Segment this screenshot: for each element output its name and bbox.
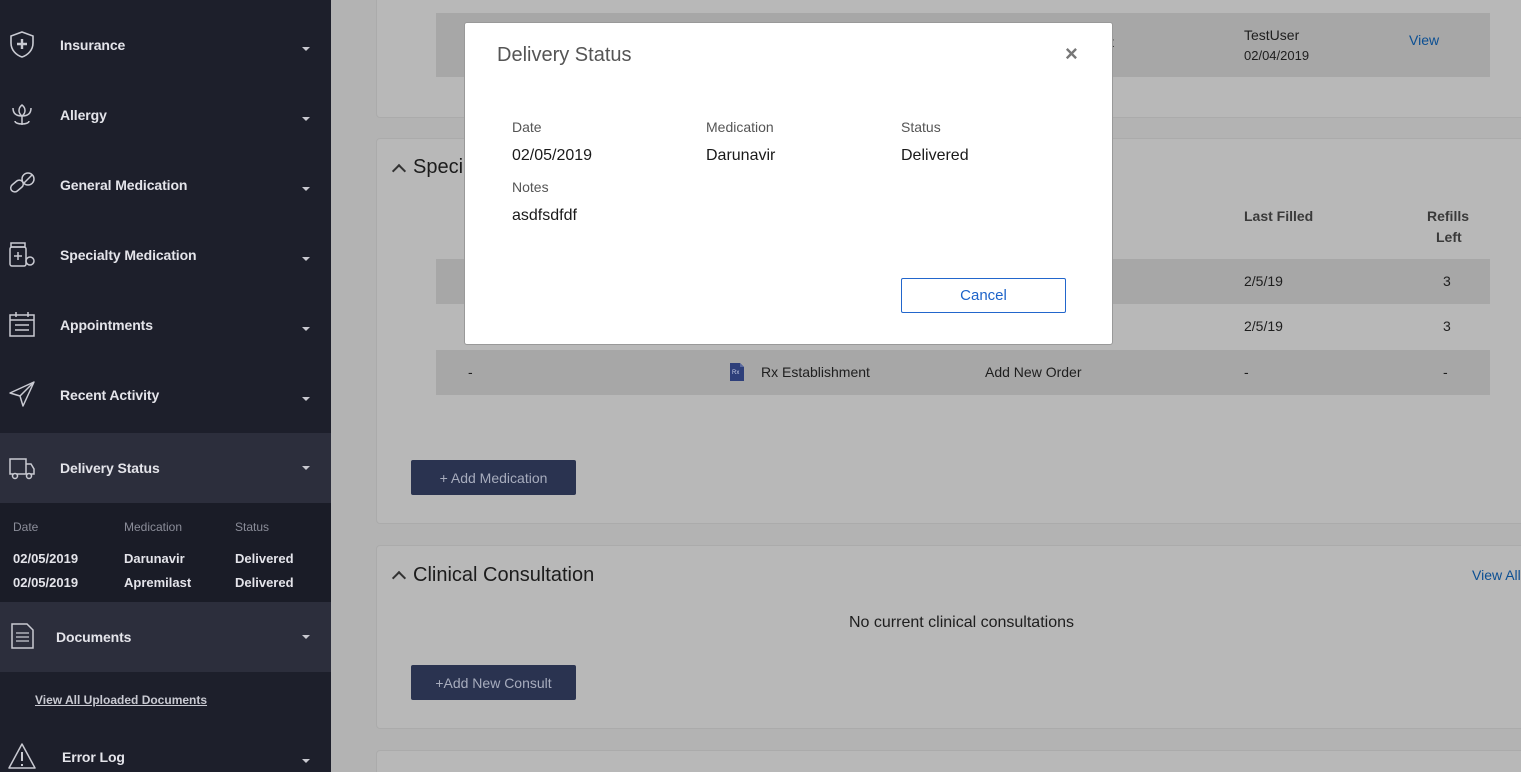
row-refills: 3 (1443, 273, 1451, 289)
cancel-button[interactable]: Cancel (901, 278, 1066, 313)
warning-icon (5, 739, 39, 772)
modal-title: Delivery Status (497, 44, 632, 66)
chevron-down-icon (302, 187, 310, 191)
chevron-down-icon (302, 117, 310, 121)
row-action[interactable]: Add New Order (985, 364, 1081, 380)
row-last-filled: 2/5/19 (1244, 273, 1283, 289)
view-all-documents-link[interactable]: View All Uploaded Documents (35, 693, 207, 707)
delivery-row-date[interactable]: 02/05/2019 (13, 575, 78, 590)
calendar-icon (5, 307, 39, 341)
sidebar: Insurance Allergy General Medication Spe… (0, 0, 331, 772)
delivery-row-medication[interactable]: Apremilast (124, 575, 191, 590)
delivery-row-status[interactable]: Delivered (235, 575, 294, 590)
svg-text:Rx: Rx (732, 370, 739, 376)
row-view-link[interactable]: View (1409, 32, 1439, 48)
chevron-down-icon (302, 47, 310, 51)
sidebar-item-insurance[interactable]: Insurance (0, 10, 331, 80)
medication-value: Darunavir (706, 147, 776, 164)
row-refills: - (1443, 364, 1448, 380)
add-consult-button[interactable]: +Add New Consult (411, 665, 576, 700)
add-medication-button[interactable]: + Add Medication (411, 460, 576, 495)
sidebar-item-label: Insurance (60, 37, 126, 53)
row-medication-name: Rx Establishment (761, 364, 870, 380)
sidebar-item-label: Recent Activity (60, 387, 160, 403)
close-icon[interactable]: × (1065, 42, 1078, 66)
delivery-row-date[interactable]: 02/05/2019 (13, 551, 78, 566)
column-header-last-filled: Last Filled (1244, 208, 1314, 224)
status-label: Status (901, 119, 941, 135)
chevron-down-icon (302, 466, 310, 470)
sidebar-item-specialty-medication[interactable]: Specialty Medication (0, 220, 331, 290)
delivery-header-medication: Medication (124, 520, 183, 534)
column-header-refills-left: Left (1436, 229, 1462, 245)
sidebar-item-error-log[interactable]: Error Log (0, 722, 331, 772)
medicine-bottle-icon (5, 237, 39, 271)
empty-state-text: No current clinical consultations (849, 614, 1074, 631)
chevron-down-icon (302, 635, 310, 639)
column-header-refills: Refills (1427, 208, 1470, 224)
delivery-row-status[interactable]: Delivered (235, 551, 294, 566)
paper-plane-icon (5, 377, 39, 411)
delivery-row-medication[interactable]: Darunavir (124, 551, 185, 566)
sidebar-item-general-medication[interactable]: General Medication (0, 150, 331, 220)
rx-document-icon: Rx (729, 362, 745, 382)
next-card (376, 750, 1521, 772)
chevron-down-icon (302, 759, 310, 763)
status-value: Delivered (901, 147, 969, 164)
chevron-down-icon (302, 327, 310, 331)
sidebar-item-documents[interactable]: Documents (0, 602, 331, 672)
notes-value: asdfsdfdf (512, 207, 577, 224)
date-value: 02/05/2019 (512, 147, 593, 164)
notes-label: Notes (512, 179, 549, 195)
document-icon (5, 619, 39, 653)
sidebar-item-recent-activity[interactable]: Recent Activity (0, 360, 331, 430)
delivery-header-date: Date (13, 520, 39, 534)
sidebar-item-appointments[interactable]: Appointments (0, 290, 331, 360)
medication-label: Medication (706, 119, 774, 135)
date-label: Date (512, 119, 542, 135)
shield-plus-icon (5, 27, 39, 61)
row-last-filled: 2/5/19 (1244, 318, 1283, 334)
delivery-header-status: Status (235, 520, 270, 534)
sidebar-item-label: Documents (56, 629, 132, 645)
sidebar-item-label: Appointments (60, 317, 153, 333)
sidebar-item-label: Specialty Medication (60, 247, 197, 263)
row-refills: 3 (1443, 318, 1451, 334)
chevron-down-icon (302, 397, 310, 401)
delivery-status-modal: Delivery Status × Date 02/05/2019 Medica… (464, 22, 1113, 345)
delivery-status-panel: Date Medication Status 02/05/2019 Daruna… (0, 503, 331, 602)
row-last-filled: - (1244, 364, 1249, 380)
pills-icon (5, 167, 39, 201)
flower-icon (5, 97, 39, 131)
sidebar-item-label: General Medication (60, 177, 188, 193)
sidebar-item-label: Delivery Status (60, 460, 160, 476)
table-row (436, 350, 1490, 395)
row-user: TestUser (1244, 27, 1300, 43)
section-title: Speci (413, 156, 464, 178)
chevron-down-icon (302, 257, 310, 261)
row-col1: - (468, 364, 473, 380)
sidebar-item-label: Error Log (62, 749, 125, 765)
sidebar-item-label: Allergy (60, 107, 107, 123)
sidebar-item-delivery-status[interactable]: Delivery Status (0, 433, 331, 503)
sidebar-item-allergy[interactable]: Allergy (0, 80, 331, 150)
section-title: Clinical Consultation (413, 564, 595, 586)
view-all-link[interactable]: View All (1472, 567, 1521, 583)
row-date: 02/04/2019 (1244, 48, 1310, 63)
truck-icon (5, 450, 39, 484)
